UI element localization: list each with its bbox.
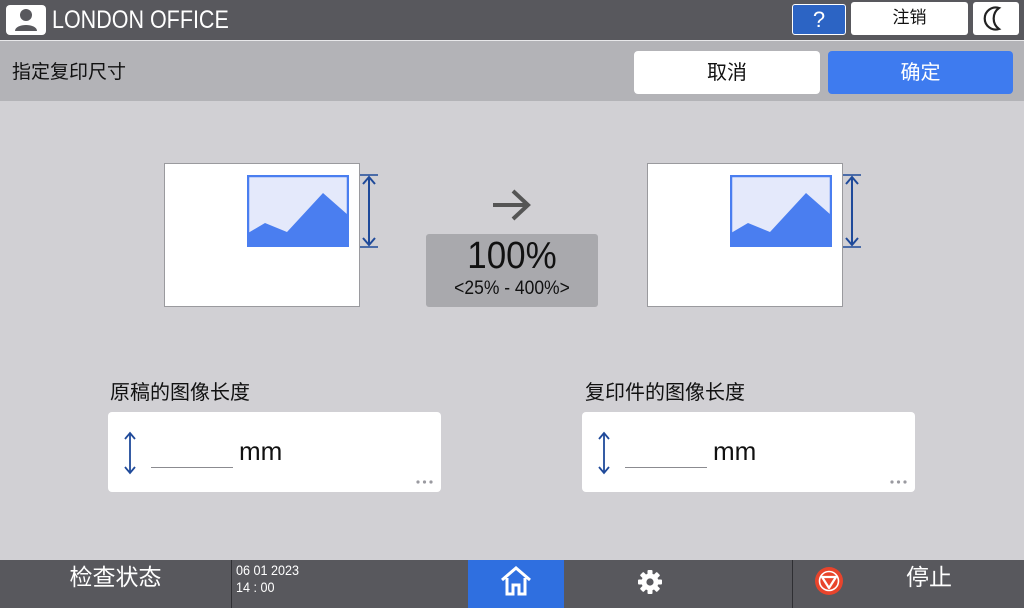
copy-length-field[interactable]: mm: [582, 412, 915, 492]
time: 14 : 00: [236, 579, 275, 595]
home-icon: [501, 566, 531, 596]
stop-label: 停止: [906, 565, 952, 591]
original-length-unit: mm: [239, 436, 283, 466]
help-button[interactable]: ?: [792, 4, 846, 35]
vertical-length-icon: [598, 431, 610, 475]
divider: [231, 560, 232, 608]
title-bar: 指定复印尺寸 取消 确定: [0, 40, 1024, 101]
image-icon: [247, 175, 349, 247]
date: 06 01 2023: [236, 562, 300, 578]
original-paper-illustration: [164, 163, 378, 307]
original-length-field[interactable]: mm: [108, 412, 441, 492]
more-icon: [890, 480, 907, 484]
copy-length-label: 复印件的图像长度: [585, 380, 745, 404]
logout-button[interactable]: 注销: [851, 2, 968, 35]
gear-icon: [638, 570, 662, 594]
dimension-arrow-icon: [360, 174, 378, 248]
moon-icon[interactable]: [973, 2, 1019, 35]
page-title: 指定复印尺寸: [12, 61, 127, 83]
user-icon[interactable]: [6, 5, 46, 35]
original-length-label: 原稿的图像长度: [110, 380, 250, 404]
ratio-range: <25% - 400%>: [454, 278, 570, 299]
date-time: 06 01 2023 14 : 00: [236, 562, 299, 596]
image-icon: [730, 175, 832, 247]
home-button[interactable]: [468, 560, 564, 608]
stop-button[interactable]: 停止: [793, 560, 1024, 608]
copy-length-input[interactable]: [625, 438, 707, 468]
copy-length-unit: mm: [713, 436, 757, 466]
bottom-bar: 检查状态 06 01 2023 14 : 00 停止: [0, 560, 1024, 608]
top-bar: LONDON OFFICE ? 注销: [0, 0, 1024, 40]
check-status-button[interactable]: 检查状态: [0, 560, 231, 608]
ratio-display: 100% <25% - 400%>: [426, 234, 598, 307]
more-icon: [416, 480, 433, 484]
dimension-arrow-icon: [843, 174, 861, 248]
right-arrow-icon: [493, 189, 531, 221]
original-length-input[interactable]: [151, 438, 233, 468]
device-name: LONDON OFFICE: [52, 6, 229, 34]
stop-icon: [815, 567, 843, 595]
ok-button[interactable]: 确定: [828, 51, 1013, 94]
copy-paper-illustration: [647, 163, 861, 307]
settings-button[interactable]: [600, 560, 700, 608]
ratio-value: 100%: [467, 235, 557, 277]
vertical-length-icon: [124, 431, 136, 475]
cancel-button[interactable]: 取消: [634, 51, 820, 94]
